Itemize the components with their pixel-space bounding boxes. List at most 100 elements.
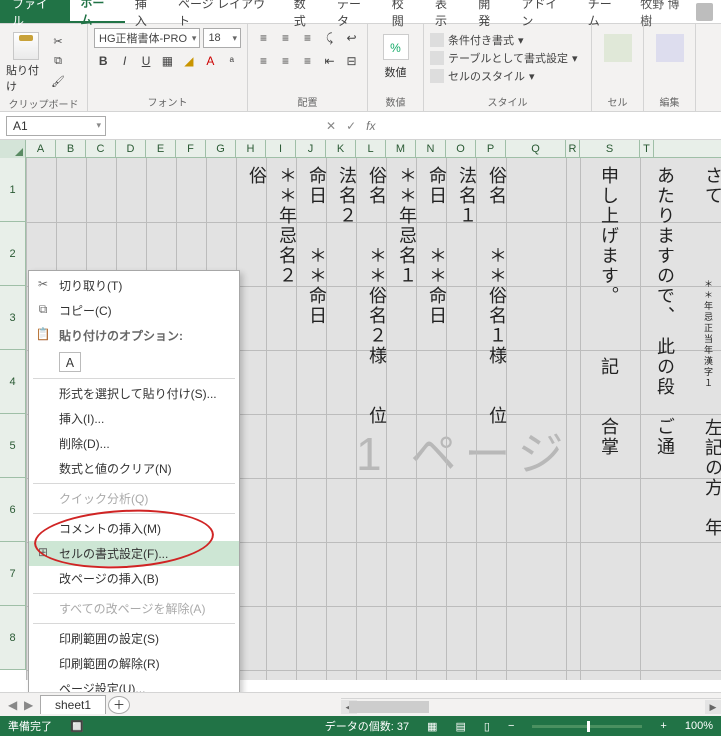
font-size-combo[interactable]: 18 [203, 28, 241, 48]
find-icon[interactable] [656, 34, 684, 62]
tab-page-layout[interactable]: ページ レイアウト [168, 0, 284, 23]
col-header-N[interactable]: N [416, 140, 446, 157]
cell-text: 法名１ [454, 166, 480, 226]
underline-button[interactable]: U [137, 51, 155, 71]
row-header-7[interactable]: 7 [0, 542, 25, 606]
cells-icon[interactable] [604, 34, 632, 62]
row-header-4[interactable]: 4 [0, 350, 25, 414]
cut-button[interactable]: ✂ [48, 32, 68, 50]
row-header-1[interactable]: 1 [0, 158, 25, 222]
col-header-L[interactable]: L [356, 140, 386, 157]
col-header-E[interactable]: E [146, 140, 176, 157]
col-header-R[interactable]: R [566, 140, 580, 157]
col-header-J[interactable]: J [296, 140, 326, 157]
row-header-5[interactable]: 5 [0, 414, 25, 478]
tab-developer[interactable]: 開発 [468, 0, 511, 23]
format-painter-button[interactable]: 🖌 [48, 72, 68, 90]
col-header-H[interactable]: H [236, 140, 266, 157]
row-header-8[interactable]: 8 [0, 606, 25, 670]
ctx-r[interactable]: 印刷範囲の解除(R) [29, 651, 239, 676]
row-header-3[interactable]: 3 [0, 286, 25, 350]
indent-dec[interactable]: ⇤ [320, 51, 339, 71]
ctx-n[interactable]: 数式と値のクリア(N) [29, 456, 239, 481]
zoom-level[interactable]: 100% [685, 720, 713, 732]
align-bottom[interactable]: ≡ [298, 28, 317, 48]
ctx-b[interactable]: 改ページの挿入(B) [29, 566, 239, 591]
tab-nav-next[interactable]: ▶ [24, 698, 33, 712]
view-pagebreak-icon[interactable]: ▯ [484, 720, 490, 733]
file-tab[interactable]: ファイル [0, 0, 70, 23]
col-header-G[interactable]: G [206, 140, 236, 157]
horizontal-scrollbar[interactable]: ◀ ▶ [341, 698, 721, 716]
row-header-2[interactable]: 2 [0, 222, 25, 286]
zoom-slider[interactable] [532, 725, 642, 728]
col-header-C[interactable]: C [86, 140, 116, 157]
col-header-I[interactable]: I [266, 140, 296, 157]
align-right[interactable]: ≡ [298, 51, 317, 71]
col-header-O[interactable]: O [446, 140, 476, 157]
tab-nav-prev[interactable]: ◀ [8, 698, 17, 712]
col-header-S[interactable]: S [580, 140, 640, 157]
ctx-s[interactable]: 印刷範囲の設定(S) [29, 626, 239, 651]
italic-button[interactable]: I [115, 51, 133, 71]
align-center[interactable]: ≡ [276, 51, 295, 71]
row-header-6[interactable]: 6 [0, 478, 25, 542]
conditional-format-button[interactable]: 条件付き書式 ▾ [430, 32, 585, 48]
format-as-table-button[interactable]: テーブルとして書式設定 ▾ [430, 50, 585, 66]
scroll-right-arrow[interactable]: ▶ [705, 700, 721, 714]
ctx-s[interactable]: 形式を選択して貼り付け(S)... [29, 381, 239, 406]
paste-options[interactable]: Ａ [29, 348, 239, 376]
scroll-thumb[interactable] [349, 701, 429, 713]
orientation-button[interactable]: ⤹ [320, 28, 339, 48]
ctx-q: クイック分析(Q) [29, 486, 239, 511]
col-header-M[interactable]: M [386, 140, 416, 157]
cancel-icon[interactable]: ✕ [326, 119, 336, 133]
ctx-i[interactable]: 挿入(I)... [29, 406, 239, 431]
view-layout-icon[interactable]: ▤ [456, 720, 466, 733]
wrap-button[interactable]: ↩ [342, 28, 361, 48]
paste-button[interactable]: 貼り付け [6, 28, 46, 94]
tab-addin[interactable]: アドイン [511, 0, 577, 23]
col-header-D[interactable]: D [116, 140, 146, 157]
name-box[interactable]: A1 [6, 116, 106, 136]
account-user[interactable]: 牧野 博樹 [632, 0, 721, 23]
cell-styles-button[interactable]: セルのスタイル ▾ [430, 68, 585, 84]
zoom-out[interactable]: − [508, 720, 514, 732]
ctx-t[interactable]: ✂切り取り(T) [29, 273, 239, 298]
font-name-combo[interactable]: HG正楷書体-PRO [94, 28, 200, 48]
enter-icon[interactable]: ✓ [346, 119, 356, 133]
tab-review[interactable]: 校閲 [382, 0, 425, 23]
col-header-F[interactable]: F [176, 140, 206, 157]
tab-data[interactable]: データ [327, 0, 382, 23]
col-header-Q[interactable]: Q [506, 140, 566, 157]
align-top[interactable]: ≡ [254, 28, 273, 48]
col-header-P[interactable]: P [476, 140, 506, 157]
view-normal-icon[interactable]: ▦ [427, 720, 437, 733]
zoom-in[interactable]: + [660, 720, 666, 732]
copy-button[interactable]: ⧉ [48, 52, 68, 70]
col-header-T[interactable]: T [640, 140, 654, 157]
align-left[interactable]: ≡ [254, 51, 273, 71]
tab-view[interactable]: 表示 [425, 0, 468, 23]
merge-button[interactable]: ⊟ [342, 51, 361, 71]
percent-icon[interactable]: % [383, 34, 409, 60]
col-header-B[interactable]: B [56, 140, 86, 157]
phonetic-button[interactable]: ᵃ [223, 51, 241, 71]
ctx-d[interactable]: 削除(D)... [29, 431, 239, 456]
bold-button[interactable]: B [94, 51, 112, 71]
col-header-A[interactable]: A [26, 140, 56, 157]
ctx-c[interactable]: ⧉コピー(C) [29, 298, 239, 323]
col-header-K[interactable]: K [326, 140, 356, 157]
new-sheet-button[interactable]: ＋ [108, 696, 130, 714]
fill-color-button[interactable]: ◢ [180, 51, 198, 71]
align-middle[interactable]: ≡ [276, 28, 295, 48]
tab-home[interactable]: ホーム [70, 0, 124, 23]
sheet-tab[interactable]: sheet1 [40, 695, 106, 714]
tab-formulas[interactable]: 数式 [284, 0, 327, 23]
tab-insert[interactable]: 挿入 [125, 0, 168, 23]
tab-team[interactable]: チーム [578, 0, 632, 23]
font-color-button[interactable]: A [201, 51, 219, 71]
select-all-corner[interactable] [0, 140, 26, 158]
fx-icon[interactable]: fx [366, 119, 375, 133]
border-button[interactable]: ▦ [158, 51, 176, 71]
